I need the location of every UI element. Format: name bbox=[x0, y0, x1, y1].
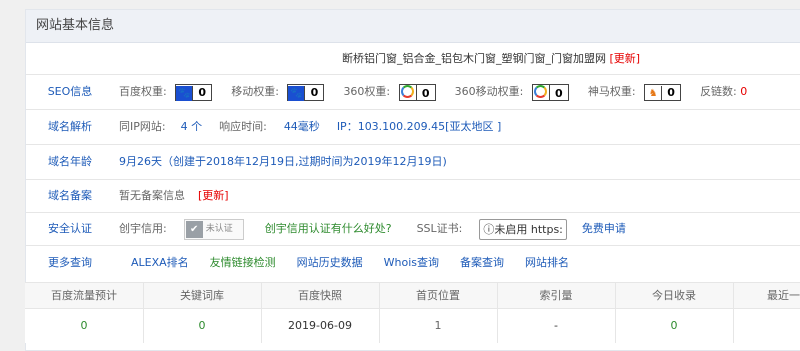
site-name: 断桥铝门窗_铝合金_铝包木门窗_塑钢门窗_门窗加盟网 bbox=[342, 52, 606, 65]
ssl-label: SSL证书: bbox=[416, 222, 463, 235]
stats-table: 百度流量预计 关键词库 百度快照 首页位置 索引量 今日收录 最近一周 0 0 … bbox=[25, 282, 800, 343]
stats-header-cell: 关键词库 bbox=[143, 283, 262, 308]
stats-header-cell: 最近一周 bbox=[767, 289, 800, 302]
ssl-status-badge[interactable]: ⓘ未启用 https: bbox=[479, 218, 567, 240]
stats-value-row: 0 0 2019-06-09 1 - 0 2 bbox=[25, 309, 800, 343]
credit-info-link[interactable]: 创宇信用认证有什么好处? bbox=[265, 222, 392, 235]
credit-badge-text: 未认证 bbox=[205, 223, 233, 234]
dns-row: 域名解析 同IP网站: 4 个 响应时间: 44毫秒 IP：103.100.20… bbox=[26, 109, 800, 144]
shenma-icon: ♞ bbox=[645, 85, 663, 101]
friend-link-check-link[interactable]: 友情链接检测 bbox=[210, 256, 276, 269]
stats-value-cell: - bbox=[497, 309, 616, 343]
baidu-weight-value: 0 bbox=[198, 85, 207, 99]
security-row: 安全认证 创宇信用: ✔ 未认证 创宇信用认证有什么好处? SSL证书: ⓘ未启用… bbox=[26, 212, 800, 245]
icp-query-link[interactable]: 备案查询 bbox=[460, 256, 504, 269]
360-mobile-weight-badge[interactable]: 0 bbox=[531, 83, 569, 101]
360-weight-label: 360权重: bbox=[343, 85, 391, 98]
ip-info[interactable]: IP：103.100.209.45[亚太地区 ] bbox=[337, 120, 501, 133]
response-value: 44毫秒 bbox=[283, 120, 320, 133]
360-mobile-weight-label: 360移动权重: bbox=[454, 85, 524, 98]
stats-value-cell[interactable]: 0 bbox=[615, 309, 734, 343]
domain-age-value: 9月26天（创建于2018年12月19日,过期时间为2019年12月19日) bbox=[119, 155, 447, 168]
same-ip-label: 同IP网站: bbox=[119, 120, 166, 133]
site-rank-link[interactable]: 网站排名 bbox=[525, 256, 569, 269]
stats-value-cell[interactable]: 0 bbox=[25, 309, 144, 343]
baidu-weight-badge[interactable]: 🐾 0 bbox=[175, 83, 213, 101]
baidu-weight-label: 百度权重: bbox=[119, 85, 167, 98]
shenma-weight-value: 0 bbox=[667, 85, 675, 99]
panel-title: 网站基本信息 bbox=[26, 10, 800, 43]
stats-header-cell: 百度快照 bbox=[261, 283, 380, 308]
stats-value-cell[interactable]: 2019-06-09 bbox=[261, 309, 380, 343]
icp-content: 暂无备案信息 [更新] bbox=[119, 180, 229, 212]
backlinks-label: 反链数: bbox=[700, 85, 737, 98]
mobile-weight-value: 0 bbox=[310, 85, 319, 99]
response-label: 响应时间: bbox=[219, 120, 267, 133]
more-queries-row: 更多查询 ALEXA排名 友情链接检测 网站历史数据 Whois查询 备案查询 … bbox=[26, 245, 800, 280]
site-update-link[interactable]: [更新] bbox=[610, 52, 641, 65]
stats-value-cell[interactable]: 0 bbox=[143, 309, 262, 343]
dns-content: 同IP网站: 4 个 响应时间: 44毫秒 IP：103.100.209.45[… bbox=[119, 110, 501, 144]
mobile-weight-badge[interactable]: 🐾 0 bbox=[287, 83, 325, 101]
credit-badge[interactable]: ✔ 未认证 bbox=[183, 218, 244, 240]
same-ip-count[interactable]: 4 个 bbox=[181, 120, 203, 133]
stats-header-cell: 百度流量预计 bbox=[25, 283, 144, 308]
more-queries-links: ALEXA排名 友情链接检测 网站历史数据 Whois查询 备案查询 网站排名 bbox=[131, 246, 569, 280]
seo-content: 百度权重: 🐾 0 移动权重: 🐾 0 360权重: 0 360移动权重: 0 神马… bbox=[119, 75, 747, 109]
dns-label: 域名解析 bbox=[48, 120, 92, 133]
site-name-line: 断桥铝门窗_铝合金_铝包木门窗_塑钢门窗_门窗加盟网 [更新] bbox=[342, 50, 640, 66]
domain-age-row: 域名年龄 9月26天（创建于2018年12月19日,过期时间为2019年12月1… bbox=[26, 144, 800, 179]
ssl-free-apply-link[interactable]: 免费申请 bbox=[582, 222, 626, 235]
alexa-rank-link[interactable]: ALEXA排名 bbox=[131, 256, 189, 269]
stats-header-cell: 今日收录 bbox=[615, 283, 734, 308]
icp-label: 域名备案 bbox=[48, 189, 92, 202]
360-mobile-weight-value: 0 bbox=[555, 86, 563, 100]
shield-check-icon: ✔ bbox=[185, 220, 203, 238]
360-ring-icon bbox=[533, 84, 550, 100]
stats-header-cell: 索引量 bbox=[497, 283, 616, 308]
stats-value-cell: 2 bbox=[733, 309, 800, 343]
credit-label: 创宇信用: bbox=[119, 222, 167, 235]
icp-row: 域名备案 暂无备案信息 [更新] bbox=[26, 179, 800, 212]
icp-update-link[interactable]: [更新] bbox=[198, 189, 229, 202]
stats-header-row: 百度流量预计 关键词库 百度快照 首页位置 索引量 今日收录 最近一周 bbox=[25, 283, 800, 309]
baidu-paw-icon: 🐾 bbox=[176, 85, 194, 101]
360-weight-badge[interactable]: 0 bbox=[398, 83, 436, 101]
shenma-weight-badge[interactable]: ♞ 0 bbox=[644, 83, 682, 101]
icp-value: 暂无备案信息 bbox=[119, 189, 185, 202]
seo-label: SEO信息 bbox=[47, 85, 93, 98]
whois-link[interactable]: Whois查询 bbox=[384, 256, 439, 269]
seo-row: SEO信息 百度权重: 🐾 0 移动权重: 🐾 0 360权重: 0 360移动权重… bbox=[26, 74, 800, 109]
security-label: 安全认证 bbox=[48, 222, 92, 235]
backlinks-value[interactable]: 0 bbox=[740, 85, 747, 98]
domain-age-label: 域名年龄 bbox=[48, 155, 92, 168]
site-history-link[interactable]: 网站历史数据 bbox=[297, 256, 363, 269]
stats-header-cell: 首页位置 bbox=[379, 283, 498, 308]
more-queries-label: 更多查询 bbox=[48, 256, 92, 269]
baidu-paw-icon: 🐾 bbox=[288, 85, 306, 101]
360-weight-value: 0 bbox=[421, 86, 430, 100]
mobile-weight-label: 移动权重: bbox=[231, 85, 279, 98]
security-content: 创宇信用: ✔ 未认证 创宇信用认证有什么好处? SSL证书: ⓘ未启用 http… bbox=[119, 213, 626, 245]
360-ring-icon bbox=[400, 84, 417, 100]
stats-value-cell: 1 bbox=[379, 309, 498, 343]
shenma-weight-label: 神马权重: bbox=[587, 85, 636, 98]
